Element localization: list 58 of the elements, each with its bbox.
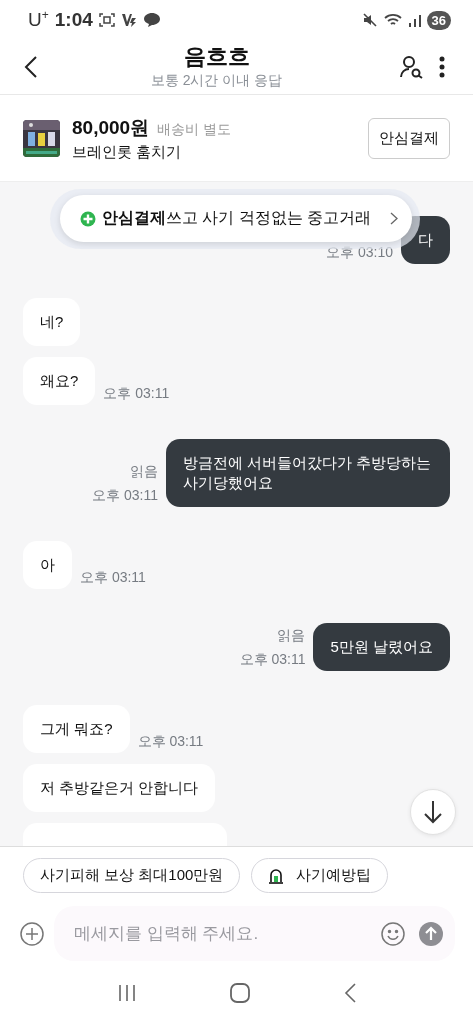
add-icon <box>20 921 44 946</box>
more-button[interactable] <box>439 56 445 78</box>
message-bubble: 네? <box>23 298 81 346</box>
banner-text: 안심결제쓰고 사기 걱정없는 중고거래 <box>102 208 372 228</box>
bolt-icon <box>120 12 137 28</box>
chevron-right-icon <box>390 212 398 225</box>
arrow-down-icon <box>423 800 443 824</box>
response-time: 보통 2시간 이내 응답 <box>150 71 283 90</box>
back-nav-button[interactable] <box>344 982 357 1003</box>
clock: 1:04 <box>54 9 93 31</box>
shipping-note: 배송비 별도 <box>157 120 231 139</box>
smiley-icon <box>381 921 405 946</box>
message-bubble: 저 추방같은거 안합니다 <box>23 764 216 812</box>
more-icon <box>439 56 445 78</box>
info-chip[interactable]: 사기피해 보상 최대100만원 <box>23 858 241 893</box>
plus-icon <box>80 210 96 227</box>
chat-icon <box>142 12 161 28</box>
message-input[interactable]: 메세지를 입력해 주세요. <box>72 922 367 945</box>
battery-level: 36 <box>426 10 451 30</box>
message-time: 오후 03:11 <box>103 384 170 403</box>
carrier-name: U$^{+}$ <box>28 8 49 32</box>
price: 80,000원 <box>72 115 150 140</box>
message-field[interactable]: 메세지를 입력해 주세요. <box>54 906 455 961</box>
add-button[interactable] <box>20 921 44 946</box>
send-button[interactable] <box>419 921 443 946</box>
wifi-icon <box>382 12 403 28</box>
read-status: 읽음 <box>130 462 158 481</box>
person-search-icon <box>399 55 423 79</box>
screenshot-icon <box>98 12 115 28</box>
scroll-down-button[interactable] <box>410 789 456 835</box>
siren-icon <box>268 867 285 884</box>
product-name: 브레인롯 훔치기 <box>72 142 183 162</box>
home-icon <box>230 982 251 1003</box>
safe-payment-button[interactable]: 안심결제 <box>368 117 450 159</box>
message-time: 오후 03:11 <box>80 568 146 587</box>
signal-icon <box>407 12 422 28</box>
back-icon <box>24 55 38 79</box>
chat-title: 음흐흐 <box>183 44 250 70</box>
send-icon <box>419 921 443 946</box>
message-bubble: 왜요? <box>23 357 96 405</box>
recent-apps-button[interactable] <box>116 983 137 1002</box>
message-bubble: 아 <box>23 541 72 589</box>
message-time: 오후 03:11 <box>92 486 158 505</box>
message-time: 오후 03:11 <box>137 732 204 751</box>
mute-icon <box>361 12 378 28</box>
profile-search-button[interactable] <box>399 55 423 79</box>
back-icon <box>344 982 357 1003</box>
message-time: 오후 03:10 <box>326 243 393 262</box>
safe-payment-banner[interactable]: 안심결제쓰고 사기 걱정없는 중고거래 <box>60 195 412 242</box>
message-bubble: 그게 뭐죠? <box>23 705 130 753</box>
info-chip[interactable]: 사기예방팁 <box>251 858 389 893</box>
emoji-button[interactable] <box>381 921 405 946</box>
home-button[interactable] <box>230 982 251 1003</box>
recent-apps-icon <box>116 983 137 1002</box>
message-bubble: 5만원 날렸어요 <box>313 623 450 671</box>
message-bubble: 방금전에 서버들어갔다가 추방당하는 사기당했어요 <box>166 439 450 507</box>
read-status: 읽음 <box>277 626 306 645</box>
message-time: 오후 03:11 <box>239 650 306 669</box>
